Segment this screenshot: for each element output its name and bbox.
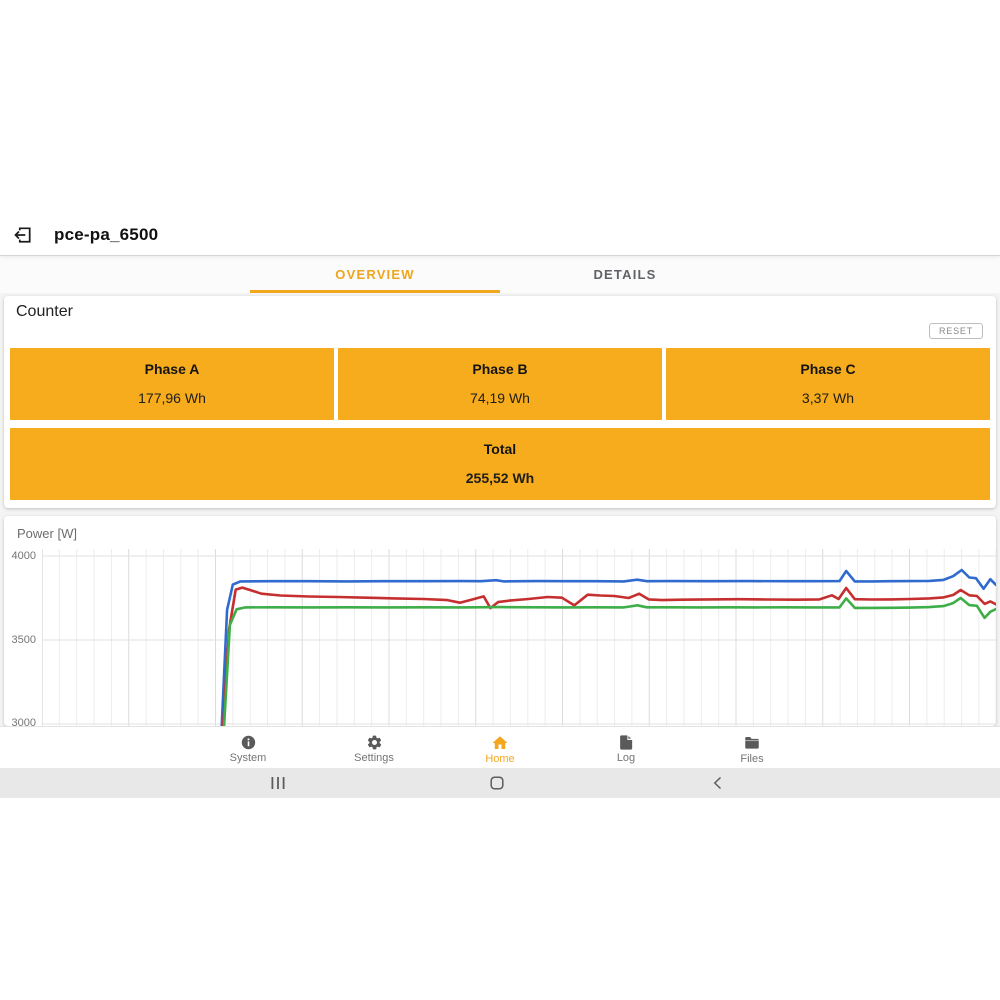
power-chart-card: Power [W] 4000 3500 3000: [4, 516, 996, 726]
back-button[interactable]: [696, 768, 740, 798]
phase-a-label: Phase A: [145, 361, 200, 377]
folder-icon: [743, 734, 761, 752]
nav-item-files[interactable]: Files: [689, 727, 815, 768]
nav-label-log: Log: [617, 752, 635, 764]
back-chevron-icon: [710, 775, 726, 791]
phase-b-label: Phase B: [472, 361, 527, 377]
phase-tiles: Phase A 177,96 Wh Phase B 74,19 Wh Phase…: [10, 348, 990, 420]
phase-a-value: 177,96 Wh: [138, 390, 206, 406]
nav-label-files: Files: [740, 753, 763, 765]
system-nav-bar: [0, 768, 1000, 798]
y-axis-tick-label: 3000: [6, 717, 36, 726]
total-value: 255,52 Wh: [466, 470, 534, 486]
info-icon: [240, 734, 257, 751]
nav-label-settings: Settings: [354, 752, 394, 764]
app-bar: pce-pa_6500: [0, 215, 1000, 255]
recents-button[interactable]: [256, 768, 300, 798]
total-label: Total: [484, 441, 516, 457]
counter-title: Counter: [16, 303, 73, 321]
total-tile: Total 255,52 Wh: [10, 428, 990, 500]
nav-label-home: Home: [485, 753, 514, 765]
bottom-navigation: System Settings Home Log: [0, 726, 1000, 768]
phase-b-tile: Phase B 74,19 Wh: [338, 348, 662, 420]
home-icon: [491, 734, 509, 752]
gear-icon: [366, 734, 383, 751]
counter-card: Counter RESET Phase A 177,96 Wh Phase B …: [4, 296, 996, 508]
phase-c-value: 3,37 Wh: [802, 390, 854, 406]
y-axis-tick-label: 4000: [6, 550, 36, 562]
nav-item-settings[interactable]: Settings: [311, 727, 437, 768]
page-title: pce-pa_6500: [54, 225, 158, 245]
tab-details[interactable]: DETAILS: [500, 255, 750, 293]
screen: pce-pa_6500 OVERVIEW DETAILS Counter RES…: [0, 0, 1000, 1000]
file-icon: [618, 734, 635, 751]
recents-icon: [270, 775, 286, 791]
phase-a-tile: Phase A 177,96 Wh: [10, 348, 334, 420]
home-button[interactable]: [475, 768, 519, 798]
phase-c-tile: Phase C 3,37 Wh: [666, 348, 990, 420]
tab-details-label: DETAILS: [593, 267, 656, 282]
tab-strip: OVERVIEW DETAILS: [0, 255, 1000, 293]
active-tab-underline: [250, 290, 500, 293]
tab-overview-label: OVERVIEW: [335, 267, 414, 282]
y-axis-tick-label: 3500: [6, 634, 36, 646]
nav-item-system[interactable]: System: [185, 727, 311, 768]
exit-to-app-icon[interactable]: [0, 215, 46, 255]
nav-label-system: System: [230, 752, 267, 764]
phase-c-label: Phase C: [800, 361, 855, 377]
tab-overview[interactable]: OVERVIEW: [250, 255, 500, 293]
nav-item-log[interactable]: Log: [563, 727, 689, 768]
chart-plot: [42, 549, 996, 726]
home-square-icon: [489, 775, 505, 791]
nav-item-home[interactable]: Home: [437, 727, 563, 768]
reset-button[interactable]: RESET: [929, 323, 983, 339]
chart-title: Power [W]: [17, 526, 77, 541]
phase-b-value: 74,19 Wh: [470, 390, 530, 406]
